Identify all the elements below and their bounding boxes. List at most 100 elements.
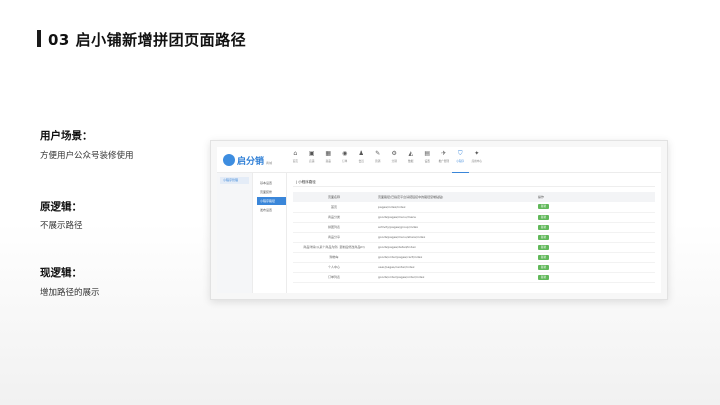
sidebar2-item[interactable]: 页面装修 (257, 188, 286, 196)
action-cell: 复制 (535, 202, 655, 213)
column-header-path: 页面路径(已指定平台请把链接中的路径复制粘贴) (375, 192, 535, 202)
old-logic-text: 不展示路径 (40, 221, 83, 231)
logo-icon (223, 154, 235, 166)
path-table: 页面名称 页面路径(已指定平台请把链接中的路径复制粘贴) 操作 首页 pages/… (293, 192, 655, 283)
nav-item-apps[interactable]: ✦ 应用中心 (469, 149, 486, 173)
action-cell: 复制 (535, 272, 655, 283)
nav-item-home[interactable]: ⌂ 首页 (287, 149, 304, 173)
nav-item-shop[interactable]: ▣ 店铺 (304, 149, 321, 173)
data-icon: ◭ (408, 150, 414, 157)
promote-icon: ✈ (441, 150, 447, 157)
nav-item-distribution[interactable]: ⚙ 分销 (386, 149, 403, 173)
nav-menu: ⌂ 首页 ▣ 店铺 ▦ 商品 ◉ 订单 ♟ 会员 ✎ 营销 ⚙ 分销 ◭ 数据 ▤ 设置 ✈ 推广管理 ⛉ 小程序 ✦ 应用中… (287, 149, 485, 173)
copy-button[interactable]: 复制 (538, 214, 549, 220)
page-path-cell: pages/index/index (375, 202, 535, 213)
nav-item-promote[interactable]: ✈ 推广管理 (436, 149, 453, 173)
action-cell: 复制 (535, 222, 655, 233)
copy-button[interactable]: 复制 (538, 264, 549, 270)
table-row: 商品分类 goods/pages/menu/menu 复制 (293, 212, 655, 223)
copy-button[interactable]: 复制 (538, 244, 549, 250)
page-path-cell: goods/order/pages/cart/index (375, 252, 535, 263)
action-cell: 复制 (535, 262, 655, 273)
order-icon: ◉ (342, 150, 348, 157)
copy-button[interactable]: 复制 (538, 204, 549, 210)
goods-icon: ▦ (325, 150, 332, 157)
top-navigation: 启分销 商城 ⌂ 首页 ▣ 店铺 ▦ 商品 ◉ 订单 ♟ 会员 ✎ 营销 ⚙ 分销 ◭ 数据 ▤ 设置 ✈ 推广管理 ⛉… (217, 147, 661, 173)
table-row: 商品详情(以某个商品为例, 复制后修改商品ID) goods/pages/deta… (293, 242, 655, 253)
action-cell: 复制 (535, 252, 655, 263)
nav-item-data[interactable]: ◭ 数据 (403, 149, 420, 173)
nav-label: 小程序 (456, 160, 465, 163)
nav-item-marketing[interactable]: ✎ 营销 (370, 149, 387, 173)
page-path-cell: goods/pages/menu/menu (375, 212, 535, 223)
page-path-cell: goods/pages/menu/share/index (375, 232, 535, 243)
action-cell: 复制 (535, 242, 655, 253)
copy-button[interactable]: 复制 (538, 274, 549, 280)
page-path-cell: goods/order/pages/order/index (375, 272, 535, 283)
sidebar-item-miniprogram-manage[interactable]: 小程序管理 (220, 177, 249, 184)
nav-label: 会员 (358, 160, 364, 163)
sidebar2-item[interactable]: 小程序路径 (257, 197, 286, 205)
member-icon: ♟ (358, 150, 364, 157)
shop-icon: ▣ (308, 150, 315, 157)
nav-item-miniprogram[interactable]: ⛉ 小程序 (452, 149, 469, 173)
apps-icon: ✦ (474, 150, 480, 157)
nav-label: 店铺 (309, 160, 315, 163)
distribution-icon: ⚙ (391, 150, 397, 157)
table-row: 购物车 goods/order/pages/cart/index 复制 (293, 252, 655, 263)
title-accent-bar (37, 30, 41, 47)
page-name-cell: 首页 (293, 202, 375, 213)
nav-item-settings[interactable]: ▤ 设置 (419, 149, 436, 173)
copy-button[interactable]: 复制 (538, 234, 549, 240)
table-row: 订单列表 goods/order/pages/order/index 复制 (293, 272, 655, 283)
logo-subtext: 商城 (266, 161, 273, 165)
table-row: 首页 pages/index/index 复制 (293, 202, 655, 213)
nav-label: 推广管理 (438, 160, 449, 163)
nav-item-goods[interactable]: ▦ 商品 (320, 149, 337, 173)
new-logic-text: 增加路径的展示 (40, 288, 100, 298)
page-name-cell: 商品分享 (293, 232, 375, 243)
page-name-cell: 商品详情(以某个商品为例, 复制后修改商品ID) (293, 242, 375, 253)
page-name-cell: 个人中心 (293, 262, 375, 273)
page-path-cell: goods/pages/detail/index (375, 242, 535, 253)
page-name-cell: 商品分类 (293, 212, 375, 223)
scenario-text: 方便用户公众号装修使用 (40, 151, 134, 161)
page-name-cell: 拼团列表 (293, 222, 375, 233)
page-path-cell: user/pages/center/index (375, 262, 535, 273)
admin-panel: 启分销 商城 ⌂ 首页 ▣ 店铺 ▦ 商品 ◉ 订单 ♟ 会员 ✎ 营销 ⚙ 分销 ◭ 数据 ▤ 设置 ✈ 推广管理 ⛉… (217, 147, 661, 293)
table-header-row: 页面名称 页面路径(已指定平台请把链接中的路径复制粘贴) 操作 (293, 192, 655, 202)
home-icon: ⌂ (293, 150, 298, 157)
logo: 启分销 商城 (223, 151, 272, 169)
primary-sidebar: 小程序管理 (217, 173, 253, 293)
page-path-cell: activity/pages/group/index (375, 222, 535, 233)
settings-icon: ▤ (424, 150, 431, 157)
miniprogram-icon: ⛉ (457, 150, 463, 157)
nav-label: 设置 (424, 160, 430, 163)
page-name-cell: 购物车 (293, 252, 375, 263)
page-name-cell: 订单列表 (293, 272, 375, 283)
action-cell: 复制 (535, 212, 655, 223)
nav-label: 分销 (391, 160, 397, 163)
nav-item-order[interactable]: ◉ 订单 (337, 149, 354, 173)
slide-title: 03 启小铺新增拼团页面路径 (48, 31, 247, 49)
nav-label: 商品 (325, 160, 331, 163)
copy-button[interactable]: 复制 (538, 254, 549, 260)
secondary-sidebar: 基本设置 页面装修 小程序路径 发布设置 (257, 173, 287, 293)
nav-item-member[interactable]: ♟ 会员 (353, 149, 370, 173)
table-row: 商品分享 goods/pages/menu/share/index 复制 (293, 232, 655, 243)
marketing-icon: ✎ (375, 150, 381, 157)
scenario-heading: 用户场景： (40, 130, 93, 142)
old-logic-heading: 原逻辑： (40, 201, 82, 213)
main-content: | 小程序路径 页面名称 页面路径(已指定平台请把链接中的路径复制粘贴) 操作 … (293, 177, 655, 293)
nav-label: 订单 (342, 160, 348, 163)
column-header-action: 操作 (535, 192, 655, 202)
nav-label: 营销 (375, 160, 381, 163)
nav-label: 应用中心 (471, 160, 482, 163)
action-cell: 复制 (535, 232, 655, 243)
embedded-screenshot: 启分销 商城 ⌂ 首页 ▣ 店铺 ▦ 商品 ◉ 订单 ♟ 会员 ✎ 营销 ⚙ 分销 ◭ 数据 ▤ 设置 ✈ 推广管理 ⛉… (210, 140, 668, 300)
sidebar2-item[interactable]: 基本设置 (257, 179, 286, 187)
copy-button[interactable]: 复制 (538, 224, 549, 230)
nav-label: 首页 (292, 160, 298, 163)
sidebar2-item[interactable]: 发布设置 (257, 206, 286, 214)
nav-label: 数据 (408, 160, 414, 163)
